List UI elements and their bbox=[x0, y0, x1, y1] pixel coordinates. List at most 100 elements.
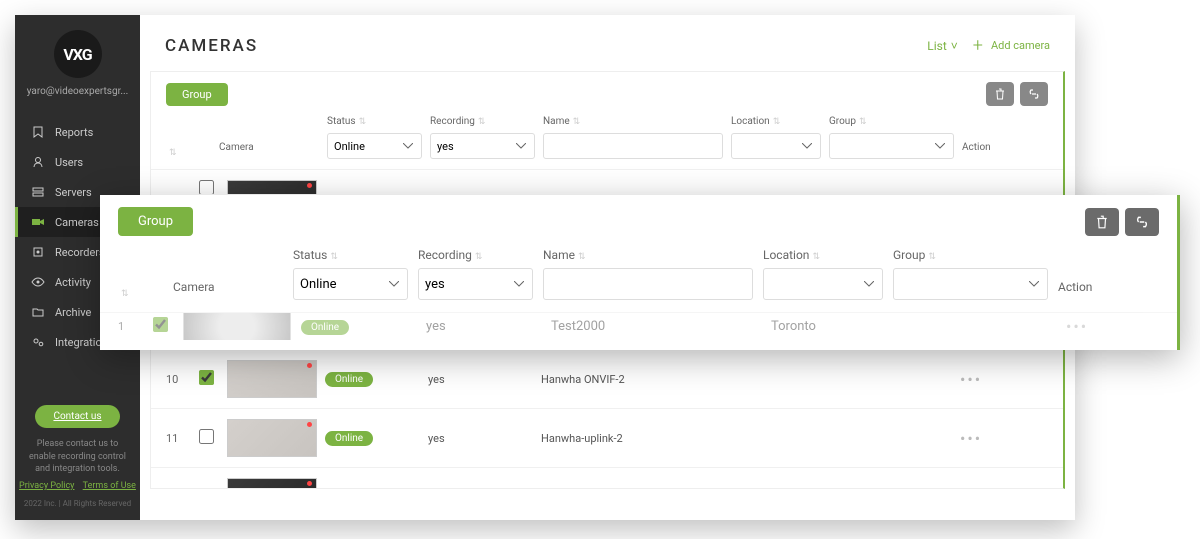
video-icon bbox=[31, 215, 45, 229]
sort-icon[interactable]: ⇅ bbox=[573, 117, 581, 127]
page-header: CAMERAS List ˅ + Add camera bbox=[140, 15, 1075, 71]
sidebar-item-label: Users bbox=[55, 156, 83, 169]
sidebar-item-reports[interactable]: Reports bbox=[15, 117, 140, 147]
row-checkbox[interactable] bbox=[199, 429, 214, 444]
link-icon bbox=[1027, 89, 1041, 99]
group-filter[interactable] bbox=[893, 268, 1048, 300]
sort-icon[interactable]: ⇅ bbox=[928, 252, 936, 262]
location-filter[interactable] bbox=[731, 133, 821, 159]
column-group: Group bbox=[893, 248, 925, 262]
view-toggle[interactable]: List ˅ bbox=[927, 39, 958, 53]
column-action: Action bbox=[1058, 280, 1118, 294]
camera-thumbnail[interactable] bbox=[227, 478, 317, 488]
sidebar-item-label: Reports bbox=[55, 126, 93, 139]
cell-name: Hanwha ONVIF-2 bbox=[541, 373, 721, 386]
add-camera-button[interactable]: + Add camera bbox=[973, 35, 1050, 56]
cell-name: Test2000 bbox=[551, 319, 761, 334]
row-checkbox[interactable] bbox=[153, 317, 168, 332]
sort-icon[interactable]: ⇅ bbox=[169, 148, 177, 158]
chevron-down-icon: ˅ bbox=[951, 39, 958, 53]
link-button[interactable] bbox=[1125, 208, 1159, 236]
overlay-toolbar: Group bbox=[100, 195, 1177, 248]
overlay-filter-row: ⇅ Camera Status⇅Online Recording⇅yes Nam… bbox=[100, 248, 1177, 312]
gears-icon bbox=[31, 335, 45, 349]
column-name: Name bbox=[543, 116, 570, 127]
status-filter[interactable]: Online bbox=[293, 268, 408, 300]
row-checkbox[interactable] bbox=[199, 370, 214, 385]
trash-icon bbox=[994, 88, 1006, 100]
column-location: Location bbox=[763, 248, 809, 262]
footer-note: Please contact us to enable recording co… bbox=[15, 438, 140, 481]
recording-filter[interactable]: yes bbox=[430, 133, 535, 159]
footer-links: Privacy Policy Terms of Use bbox=[16, 481, 139, 491]
column-name: Name bbox=[543, 248, 575, 262]
sidebar-item-label: Servers bbox=[55, 186, 92, 199]
trash-icon bbox=[1095, 215, 1109, 229]
table-row: 11 Online yes Hanwha-uplink-2 ••• bbox=[151, 408, 1063, 467]
column-recording: Recording bbox=[430, 116, 475, 127]
location-filter[interactable] bbox=[763, 268, 883, 300]
table-row bbox=[151, 467, 1063, 488]
column-location: Location bbox=[731, 116, 770, 127]
sort-icon[interactable]: ⇅ bbox=[773, 117, 781, 127]
sort-icon[interactable]: ⇅ bbox=[578, 252, 586, 262]
sidebar-item-label: Archive bbox=[55, 306, 91, 319]
column-action: Action bbox=[962, 142, 1017, 153]
table-row: 1 Online yes Test2000 Toronto ••• bbox=[100, 312, 1177, 340]
sort-icon[interactable]: ⇅ bbox=[359, 117, 367, 127]
delete-button[interactable] bbox=[986, 82, 1014, 106]
sort-icon[interactable]: ⇅ bbox=[475, 252, 483, 262]
group-button[interactable]: Group bbox=[166, 83, 228, 106]
bookmark-icon bbox=[31, 125, 45, 139]
camera-thumbnail[interactable] bbox=[183, 312, 291, 340]
column-group: Group bbox=[829, 116, 856, 127]
row-actions-button[interactable]: ••• bbox=[960, 429, 982, 448]
folder-icon bbox=[31, 305, 45, 319]
recorder-icon bbox=[31, 245, 45, 259]
cell-location: Toronto bbox=[771, 319, 891, 334]
camera-thumbnail[interactable] bbox=[227, 180, 317, 194]
status-filter[interactable]: Online bbox=[327, 133, 422, 159]
delete-button[interactable] bbox=[1085, 208, 1119, 236]
server-icon bbox=[31, 185, 45, 199]
row-actions-button[interactable]: ••• bbox=[960, 370, 982, 389]
group-button[interactable]: Group bbox=[118, 207, 193, 236]
row-checkbox[interactable] bbox=[199, 180, 214, 194]
row-actions-button[interactable]: ••• bbox=[1066, 317, 1088, 336]
privacy-link[interactable]: Privacy Policy bbox=[19, 481, 74, 491]
recording-filter[interactable]: yes bbox=[418, 268, 533, 300]
row-index: 11 bbox=[166, 432, 191, 445]
cell-name: Hanwha-uplink-2 bbox=[541, 432, 721, 445]
status-badge: Online bbox=[301, 320, 349, 335]
camera-thumbnail[interactable] bbox=[227, 360, 317, 398]
name-filter[interactable] bbox=[543, 133, 723, 159]
column-status: Status bbox=[293, 248, 327, 262]
sort-icon[interactable]: ⇅ bbox=[121, 289, 129, 299]
sidebar-item-label: Cameras bbox=[55, 216, 99, 229]
plus-icon: + bbox=[973, 35, 983, 56]
sort-icon[interactable]: ⇅ bbox=[478, 117, 486, 127]
user-email: yaro@videoexpertsgr... bbox=[23, 86, 133, 97]
cell-recording: yes bbox=[426, 319, 541, 334]
header-actions: List ˅ + Add camera bbox=[927, 35, 1050, 56]
table-row: 10 Online yes Hanwha ONVIF-2 ••• bbox=[151, 349, 1063, 408]
brand-logo: VXG bbox=[54, 30, 102, 78]
eye-icon bbox=[31, 275, 45, 289]
terms-link[interactable]: Terms of Use bbox=[83, 481, 136, 491]
link-button[interactable] bbox=[1020, 82, 1048, 106]
sort-icon[interactable]: ⇅ bbox=[859, 117, 867, 127]
link-icon bbox=[1134, 216, 1150, 228]
group-filter[interactable] bbox=[829, 133, 954, 159]
camera-thumbnail[interactable] bbox=[227, 419, 317, 457]
contact-us-button[interactable]: Contact us bbox=[35, 405, 119, 428]
sidebar-item-users[interactable]: Users bbox=[15, 147, 140, 177]
filter-row: ⇅ Camera Status⇅Online Recording⇅yes Nam… bbox=[151, 116, 1063, 169]
name-filter[interactable] bbox=[543, 268, 753, 300]
column-status: Status bbox=[327, 116, 356, 127]
sort-icon[interactable]: ⇅ bbox=[812, 252, 820, 262]
copyright: 2022 Inc. | All Rights Reserved bbox=[24, 499, 131, 508]
table-row bbox=[151, 169, 1063, 194]
row-index: 1 bbox=[118, 320, 143, 333]
sidebar-item-label: Activity bbox=[55, 276, 91, 289]
sort-icon[interactable]: ⇅ bbox=[330, 252, 338, 262]
